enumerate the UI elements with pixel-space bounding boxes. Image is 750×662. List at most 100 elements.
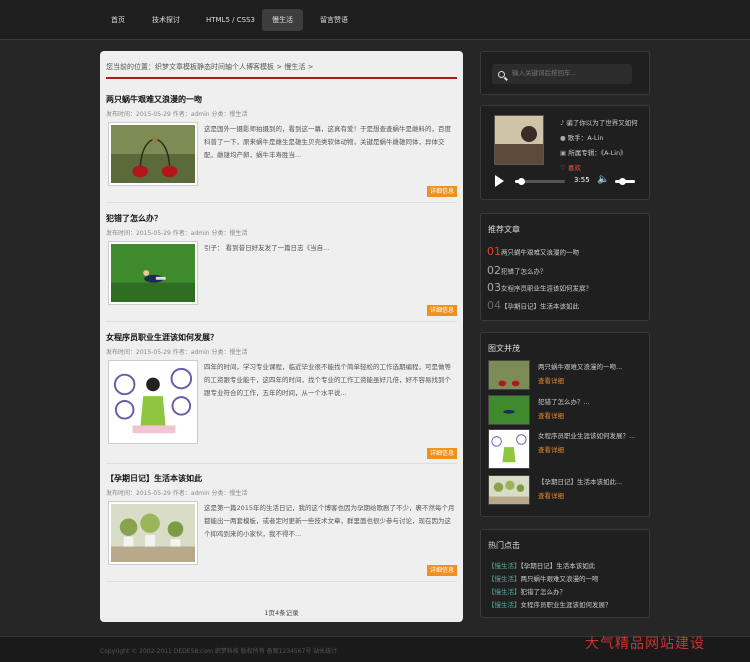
search-icon xyxy=(498,71,505,78)
hot-title: 热门点击 xyxy=(488,541,520,550)
read-more-button[interactable]: 详细信息 xyxy=(426,186,457,197)
category-tag[interactable]: 【慢生活】 xyxy=(488,601,521,609)
watermark-text: 大气精品网站建设 xyxy=(585,636,705,652)
view-detail-link[interactable]: 查看详细 xyxy=(538,375,564,385)
list-item[interactable]: 01两只蜗牛艰难又浪漫的一吻 xyxy=(487,245,579,259)
post-thumbnail[interactable] xyxy=(108,241,198,305)
breadcrumb-trail: > xyxy=(307,63,314,71)
view-detail-link[interactable]: 查看详细 xyxy=(538,444,564,454)
list-item[interactable]: 【慢生活】女程序员职业生涯该如何发展？ xyxy=(488,599,612,609)
post-item: 【孕期日记】生活本该如此 发布时间：2015-05-29 作者：admin 分类… xyxy=(106,473,457,582)
read-more-button[interactable]: 详细信息 xyxy=(426,448,457,459)
thumbnail[interactable] xyxy=(488,395,530,425)
list-item-text[interactable]: 两只蜗牛艰难又浪漫的一吻 xyxy=(521,575,599,583)
post-title[interactable]: 犯错了怎么办？ xyxy=(106,213,457,224)
recommend-panel: 推荐文章 01两只蜗牛艰难又浪漫的一吻 02犯错了怎么办？ 03女程序员职业生涯… xyxy=(480,213,650,321)
post-item: 女程序员职业生涯该如何发展？ 发布时间：2015-05-29 作者：admin … xyxy=(106,332,457,464)
list-item-text[interactable]: 两只蜗牛艰难又浪漫的一吻 xyxy=(501,249,579,257)
nav-item-tech[interactable]: 技术探讨 xyxy=(142,9,190,31)
hot-panel: 热门点击 【慢生活】【孕期日记】生活本该如此 【慢生活】两只蜗牛艰难又浪漫的一吻… xyxy=(480,529,650,618)
list-item-title[interactable]: 女程序员职业生涯该如何发展？... xyxy=(538,430,635,440)
breadcrumb-current[interactable]: 慢生活 xyxy=(284,63,305,71)
main-content: 您当前的位置：织梦文章模板静态时间轴个人博客模板 > 慢生活 > 两只蜗牛艰难又… xyxy=(100,51,463,622)
image-text-panel: 图文并茂 两只蜗牛艰难又浪漫的一吻... 查看详细 犯错了怎么办？... 查看详… xyxy=(480,332,650,517)
post-title[interactable]: 女程序员职业生涯该如何发展？ xyxy=(106,332,457,343)
nav-item-slow-life[interactable]: 慢生活 xyxy=(262,9,303,31)
list-item[interactable]: 【慢生活】犯错了怎么办？ xyxy=(488,586,566,596)
list-item[interactable]: 04【孕期日记】生活本该如此 xyxy=(487,299,579,313)
rank-number: 03 xyxy=(487,281,501,294)
post-thumbnail[interactable] xyxy=(108,122,198,186)
list-item-text[interactable]: 【孕期日记】生活本该如此 xyxy=(501,303,579,311)
play-icon[interactable] xyxy=(495,175,504,187)
list-item[interactable]: 03女程序员职业生涯该如何发展？ xyxy=(487,281,592,295)
view-detail-link[interactable]: 查看详细 xyxy=(538,410,564,420)
post-title[interactable]: 两只蜗牛艰难又浪漫的一吻 xyxy=(106,94,457,105)
heart-icon[interactable]: ♡ xyxy=(560,164,568,172)
list-item[interactable]: 女程序员职业生涯该如何发展？... 查看详细 xyxy=(488,429,644,469)
list-item-text[interactable]: 女程序员职业生涯该如何发展？ xyxy=(521,601,612,609)
player-controls: 3:55 🔈 xyxy=(493,174,639,190)
breadcrumb-home[interactable]: 织梦文章模板静态时间轴个人博客模板 xyxy=(155,63,274,71)
list-item-title[interactable]: 【孕期日记】生活本该如此... xyxy=(538,476,622,486)
footer-copyright: Copyright © 2002-2011 DEDE58.com 织梦科技 版权… xyxy=(100,648,338,655)
thumbnail[interactable] xyxy=(488,429,530,469)
post-excerpt: 这是国外一摄影师拍摄到的，看到这一幕，这真有爱！于是想查查蜗牛是雌料的，百度科普… xyxy=(204,125,451,159)
list-item[interactable]: 【慢生活】两只蜗牛艰难又浪漫的一吻 xyxy=(488,573,599,583)
breadcrumb: 您当前的位置：织梦文章模板静态时间轴个人博客模板 > 慢生活 > xyxy=(106,62,313,72)
thumbnail[interactable] xyxy=(488,475,530,505)
post-excerpt: 这是第一篇2015年的生活日记，我的这个博客也因为孕期给歌剧了不少，裹不然每个月… xyxy=(204,504,455,538)
search-panel xyxy=(480,51,650,95)
post-meta: 发布时间：2015-05-29 作者：admin 分类：慢生活 xyxy=(106,349,248,356)
volume-slider[interactable] xyxy=(615,178,635,185)
singer: 歌手：A-Lin xyxy=(567,134,604,142)
list-item[interactable]: 【孕期日记】生活本该如此... 查看详细 xyxy=(488,475,644,507)
rank-number: 04 xyxy=(487,299,501,312)
list-item[interactable]: 【慢生活】【孕期日记】生活本该如此 xyxy=(488,560,595,570)
list-item-text[interactable]: 犯错了怎么办？ xyxy=(501,268,547,276)
recommend-title: 推荐文章 xyxy=(488,225,520,234)
post-divider xyxy=(106,581,457,582)
music-player: ♪ 骗了你以为了世界又如何 ● 歌手：A-Lin ▣ 所属专辑：《A-Lin》 … xyxy=(480,105,650,200)
post-thumbnail[interactable] xyxy=(108,360,198,444)
view-detail-link[interactable]: 查看详细 xyxy=(538,490,564,500)
thumbnail[interactable] xyxy=(488,360,530,390)
list-item[interactable]: 两只蜗牛艰难又浪漫的一吻... 查看详细 xyxy=(488,360,644,392)
volume-icon[interactable]: 🔈 xyxy=(597,174,609,185)
post-item: 犯错了怎么办？ 发布时间：2015-05-29 作者：admin 分类：慢生活 … xyxy=(106,213,457,322)
like-label[interactable]: 喜欢 xyxy=(568,164,581,172)
pagination[interactable]: 1页4条记录 xyxy=(100,607,463,617)
category-tag[interactable]: 【慢生活】 xyxy=(488,588,521,596)
post-item: 两只蜗牛艰难又浪漫的一吻 发布时间：2015-05-29 作者：admin 分类… xyxy=(106,94,457,203)
list-item-text[interactable]: 【孕期日记】生活本该如此 xyxy=(521,562,596,570)
read-more-button[interactable]: 详细信息 xyxy=(426,565,457,576)
list-item[interactable]: 02犯错了怎么办？ xyxy=(487,264,547,278)
list-item-title[interactable]: 犯错了怎么办？... xyxy=(538,396,590,406)
time-label: 3:55 xyxy=(574,176,590,184)
post-divider xyxy=(106,463,457,464)
category-tag[interactable]: 【慢生活】 xyxy=(488,562,521,570)
read-more-button[interactable]: 详细信息 xyxy=(426,305,457,316)
nav-item-guestbook[interactable]: 留言赞语 xyxy=(310,9,358,31)
breadcrumb-prefix: 您当前的位置： xyxy=(106,63,155,71)
post-meta: 发布时间：2015-05-29 作者：admin 分类：慢生活 xyxy=(106,111,248,118)
top-nav: 首页 技术探讨 HTML5 / CSS3 慢生活 留言赞语 xyxy=(0,0,750,40)
post-divider xyxy=(106,202,457,203)
image-text-title: 图文并茂 xyxy=(488,344,520,353)
category-tag[interactable]: 【慢生活】 xyxy=(488,575,521,583)
nav-item-html5[interactable]: HTML5 / CSS3 xyxy=(196,9,265,31)
list-item[interactable]: 犯错了怎么办？... 查看详细 xyxy=(488,395,644,427)
post-thumbnail[interactable] xyxy=(108,501,198,565)
search-input[interactable] xyxy=(492,64,632,84)
post-title[interactable]: 【孕期日记】生活本该如此 xyxy=(106,473,457,484)
progress-bar[interactable] xyxy=(515,178,565,185)
nav-item-home[interactable]: 首页 xyxy=(101,9,135,31)
list-item-title[interactable]: 两只蜗牛艰难又浪漫的一吻... xyxy=(538,361,622,371)
rank-number: 01 xyxy=(487,245,501,258)
breadcrumb-divider xyxy=(106,77,457,79)
album: 所属专辑：《A-Lin》 xyxy=(568,149,627,157)
list-item-text[interactable]: 女程序员职业生涯该如何发展？ xyxy=(501,285,592,293)
singer-icon: ● xyxy=(560,134,568,142)
song-title: 骗了你以为了世界又如何 xyxy=(566,119,638,127)
list-item-text[interactable]: 犯错了怎么办？ xyxy=(521,588,567,596)
